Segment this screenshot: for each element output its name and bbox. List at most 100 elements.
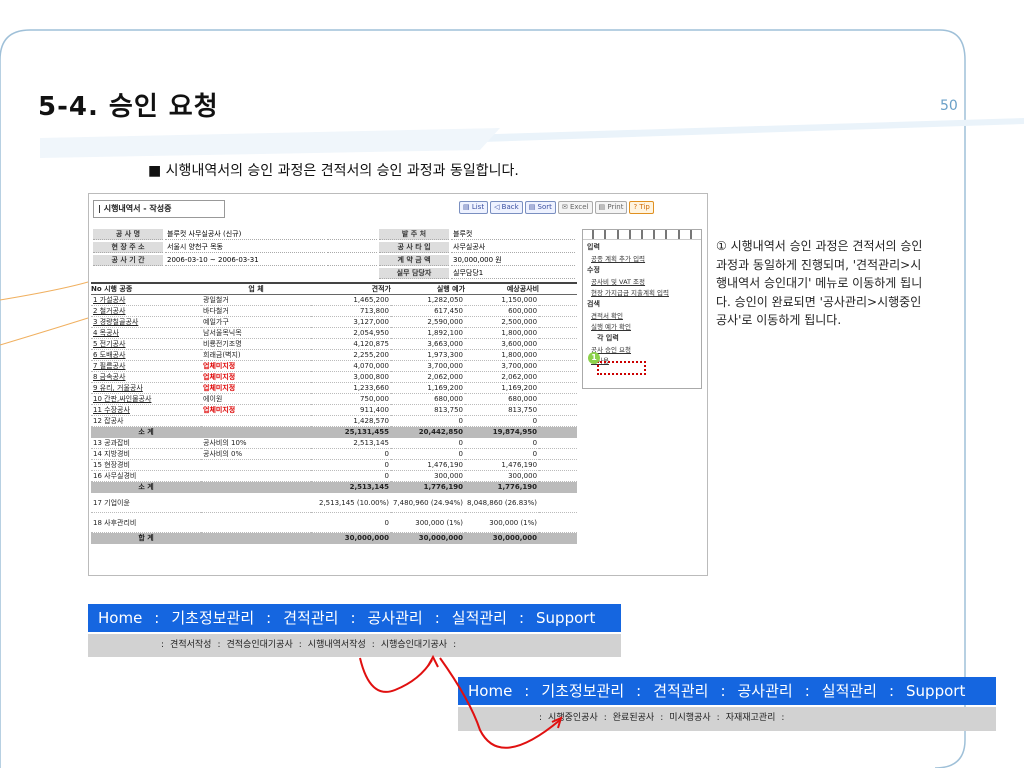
nav-performance[interactable]: 실적관리: [816, 677, 883, 705]
table-cell: 4,120,875: [311, 338, 391, 350]
sidebar-item-estimate-check[interactable]: 견적서 확인: [583, 309, 701, 320]
nav-estimate[interactable]: 견적관리: [647, 677, 714, 705]
info-value: 블루컷: [451, 229, 575, 240]
subnav-in-progress[interactable]: 시행중인공사: [547, 707, 599, 731]
subnav-execution-write[interactable]: 시행내역서작성: [307, 634, 367, 657]
table-cell: [201, 481, 311, 493]
binder-rings: [583, 230, 701, 240]
nav-estimate[interactable]: 견적관리: [277, 604, 344, 632]
subnav-estimate-write[interactable]: 견적서작성: [169, 634, 212, 657]
table-cell: 2,500,000: [465, 316, 540, 328]
table-cell: 17 기업이윤: [91, 492, 201, 513]
table-cell: 2,062,000: [465, 371, 540, 383]
subnav-separator: :: [716, 713, 720, 723]
subnav-not-started[interactable]: 미시행공사: [668, 707, 711, 731]
col-header: No 시행 공종: [91, 282, 201, 295]
list-button[interactable]: ▤ List: [459, 201, 489, 214]
nav-support[interactable]: Support: [530, 604, 601, 632]
tip-button[interactable]: ? Tip: [629, 201, 654, 214]
table-cell: 1,800,000: [465, 349, 540, 361]
table-cell[interactable]: 3 경량칠골공사: [91, 316, 201, 328]
nav-separator: :: [154, 609, 160, 627]
table-cell[interactable]: 4 목공사: [91, 327, 201, 339]
table-cell[interactable]: 11 수장공사: [91, 404, 201, 416]
print-button[interactable]: ▤ Print: [594, 201, 628, 214]
table-cell: 1,169,200: [391, 382, 466, 394]
table-cell: 0: [311, 470, 391, 482]
table-cell: 300,000: [391, 470, 466, 482]
subnav-estimate-pending[interactable]: 견적승인대기공사: [226, 634, 294, 657]
nav-basic-info[interactable]: 기초정보관리: [165, 604, 260, 632]
info-label: 공 사 명: [93, 229, 163, 240]
sidebar-item-budget-check[interactable]: 실행 예가 확인: [583, 320, 701, 331]
subnav-execution-pending[interactable]: 시행승인대기공사: [380, 634, 448, 657]
sidebar-item-approval-request[interactable]: 공사 승인 요청: [583, 343, 701, 354]
nav-home[interactable]: Home: [462, 677, 518, 705]
table-cell: 3,700,000: [391, 360, 466, 372]
table-cell: [201, 459, 311, 471]
subnav-completed[interactable]: 완료된공사: [612, 707, 655, 731]
table-cell[interactable]: 1 가설공사: [91, 294, 201, 306]
sidebar-section-input: 입력: [587, 243, 600, 251]
info-label: 공 사 타 입: [379, 242, 449, 253]
table-cell: 30,000,000: [311, 532, 391, 544]
sidebar-section-search: 검색: [587, 300, 600, 308]
nav-separator: :: [888, 682, 895, 700]
table-cell: 2,255,200: [311, 349, 391, 361]
table-cell: 14 지방경비: [91, 448, 201, 460]
sidebar-item-add-plan[interactable]: 공종 계획 추가 입력: [583, 252, 701, 263]
table-cell[interactable]: 2 철거공사: [91, 305, 201, 317]
table-cell[interactable]: 7 필름공사: [91, 360, 201, 372]
table-row: 18 사후관리비 0 300,000 (1%) 300,000 (1%): [91, 512, 577, 533]
table-cell[interactable]: 8 금속공사: [91, 371, 201, 383]
table-cell: 비룡전기조명: [201, 338, 311, 350]
sort-button[interactable]: ▤ Sort: [524, 201, 556, 214]
table-cell[interactable]: 5 전기공사: [91, 338, 201, 350]
nav-basic-info[interactable]: 기초정보관리: [535, 677, 630, 705]
table-row: 소 계 2,513,145 1,776,190 1,776,190: [91, 481, 577, 493]
table-cell: 300,000 (1%): [391, 512, 466, 533]
nav-separator: :: [518, 609, 525, 627]
subnav-separator: :: [603, 713, 607, 723]
table-cell[interactable]: 6 도배공사: [91, 349, 201, 361]
table-cell: 12 잡공사: [91, 415, 201, 427]
table-cell: 8,048,860 (26.83%): [465, 492, 540, 513]
table-cell: 예일가구: [201, 316, 311, 328]
nav-support[interactable]: Support: [900, 677, 971, 705]
table-cell: 1,428,570: [311, 415, 391, 427]
nav-construction[interactable]: 공사관리: [732, 677, 799, 705]
table-cell[interactable]: 9 유리, 거울공사: [91, 382, 201, 394]
table-row: 1 가설공사 광일철거 1,465,200 1,282,050 1,150,000: [91, 294, 577, 306]
table-cell: 1,233,660: [311, 382, 391, 394]
subnav-separator: :: [453, 640, 457, 650]
back-button[interactable]: ◁ Back: [490, 201, 523, 214]
table-cell: 2,513,145: [311, 437, 391, 449]
sidebar-item-advance-payment[interactable]: 현장 가지급금 지출계획 입력: [583, 286, 701, 297]
table-cell: 18 사후관리비: [91, 512, 201, 533]
table-cell: 2,590,000: [391, 316, 466, 328]
col-header: 실행 예가: [391, 282, 466, 295]
intro-text: ■ 시행내역서의 승인 과정은 견적서의 승인 과정과 동일합니다.: [148, 163, 519, 179]
info-label: 공 사 기 간: [93, 255, 163, 266]
sidebar-item-vat[interactable]: 공사비 및 VAT 조정: [583, 275, 701, 286]
excel-button[interactable]: ✉ Excel: [557, 201, 593, 214]
table-cell[interactable]: 10 간판,싸인물공사: [91, 393, 201, 405]
nav-home[interactable]: Home: [92, 604, 148, 632]
nav-performance[interactable]: 실적관리: [446, 604, 513, 632]
table-cell: 20,442,850: [391, 426, 466, 438]
subnav-material-stock[interactable]: 자재재고관리: [725, 707, 777, 731]
info-label: 계 약 금 액: [379, 255, 449, 266]
table-cell: 바다철거: [201, 305, 311, 317]
table-cell: 3,663,000: [391, 338, 466, 350]
table-cell: 소 계: [91, 481, 201, 493]
info-value: 사무실공사: [451, 242, 575, 253]
table-cell: 1,892,100: [391, 327, 466, 339]
table-cell: 0: [311, 459, 391, 471]
table-cell: 1,476,190: [391, 459, 466, 471]
table-row: 9 유리, 거울공사 업체미지정 1,233,660 1,169,200 1,169,2…: [91, 382, 577, 394]
table-cell: 공사비의 0%: [201, 448, 311, 460]
table-cell: 업체미지정: [201, 360, 311, 372]
nav-construction[interactable]: 공사관리: [362, 604, 429, 632]
table-row: 15 현장경비 0 1,476,190 1,476,190: [91, 459, 577, 471]
table-cell: 3,600,000: [465, 338, 540, 350]
